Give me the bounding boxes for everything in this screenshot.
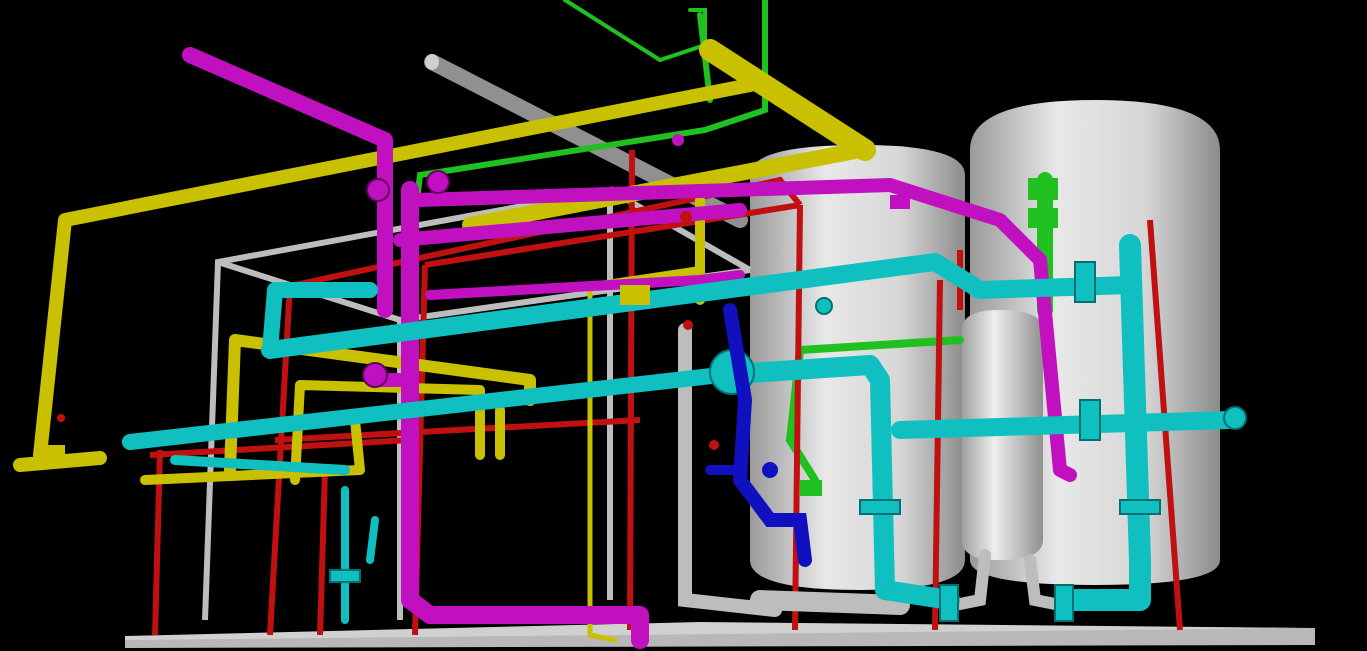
piping-model-render xyxy=(13,0,1315,649)
skid-base xyxy=(125,622,1315,648)
blue-fittings xyxy=(762,462,778,478)
cad-3d-viewport[interactable] xyxy=(0,0,1367,651)
